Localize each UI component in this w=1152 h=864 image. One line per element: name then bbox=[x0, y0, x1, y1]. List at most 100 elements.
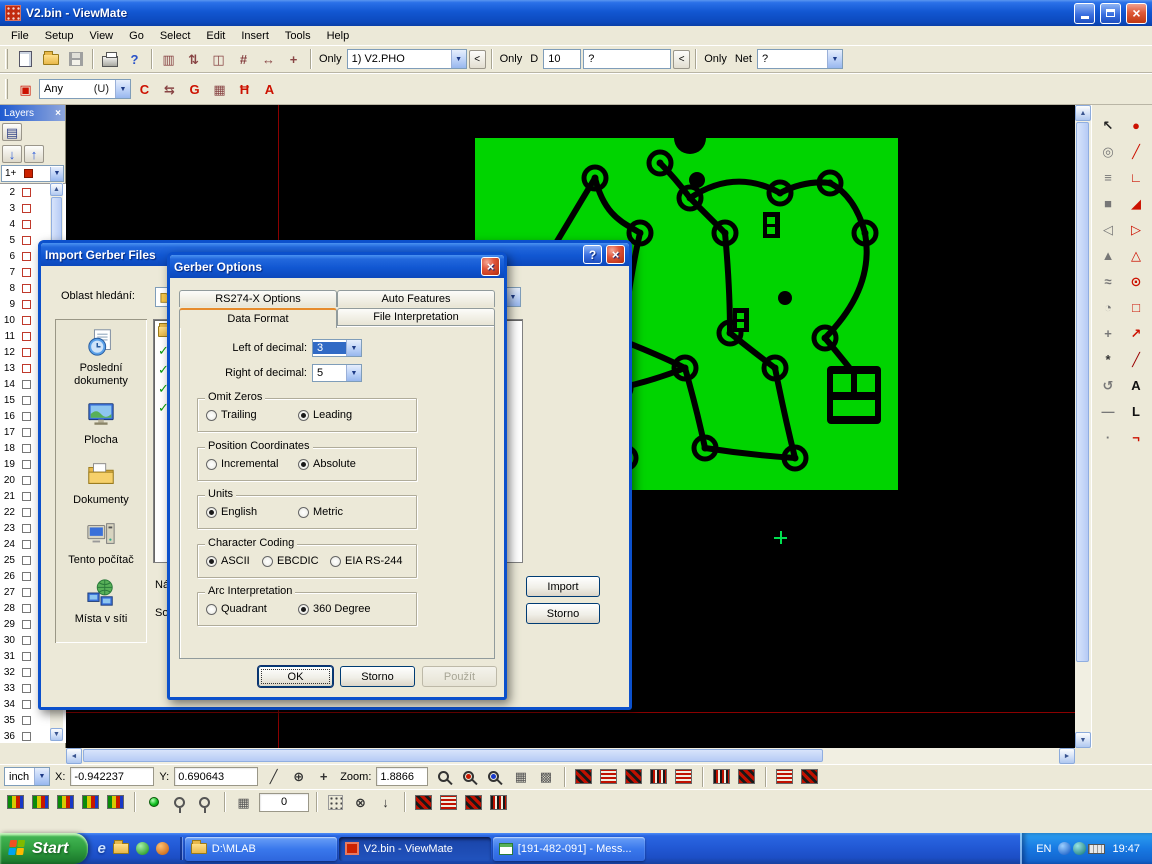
dcode-bitmap-icon-5[interactable] bbox=[672, 765, 695, 788]
radio-button-icon[interactable] bbox=[206, 556, 217, 567]
layer-up-icon[interactable]: ↑ bbox=[24, 145, 44, 163]
radio-incremental[interactable]: Incremental bbox=[206, 458, 278, 470]
keyboard-layout-icon[interactable] bbox=[1088, 844, 1105, 854]
pan-horizontal-icon[interactable]: ↔ bbox=[257, 48, 280, 71]
film-view-icon[interactable]: ▥ bbox=[157, 48, 180, 71]
text-a-icon[interactable]: A bbox=[258, 78, 281, 101]
cancel-button[interactable]: Storno bbox=[526, 603, 600, 624]
cancel-button[interactable]: Storno bbox=[340, 666, 415, 687]
previous-layer-button[interactable]: < bbox=[469, 50, 486, 69]
layer-swatch[interactable] bbox=[22, 268, 31, 277]
filled-triangle-icon[interactable]: ◢ bbox=[1123, 191, 1150, 215]
menu-insert[interactable]: Insert bbox=[233, 29, 277, 43]
layer-lines-icon[interactable]: ≡ bbox=[1095, 165, 1122, 189]
drop-marker-icon[interactable]: ↓ bbox=[374, 791, 397, 814]
radio-button-icon[interactable] bbox=[330, 556, 341, 567]
chevron-down-icon[interactable]: ▼ bbox=[451, 50, 466, 68]
dot-pad-icon[interactable]: · bbox=[1095, 425, 1122, 449]
scroll-up-icon[interactable]: ▲ bbox=[1075, 105, 1091, 121]
probe-icon-2[interactable] bbox=[194, 791, 217, 814]
close-button[interactable]: × bbox=[1126, 3, 1147, 24]
layer-swatch[interactable] bbox=[22, 204, 31, 213]
layer-swatch[interactable] bbox=[22, 364, 31, 373]
text-tool-icon[interactable]: A bbox=[1123, 373, 1150, 397]
radio-ascii[interactable]: ASCII bbox=[206, 555, 250, 567]
layer-swatch[interactable] bbox=[22, 668, 31, 677]
layer-swatch[interactable] bbox=[22, 540, 31, 549]
aperture-chart-icon-1[interactable] bbox=[4, 791, 27, 814]
chevron-down-icon[interactable]: ▼ bbox=[115, 80, 130, 98]
layer-swatch[interactable] bbox=[22, 556, 31, 565]
pad-bitmap-icon-3[interactable] bbox=[462, 791, 485, 814]
open-folder-icon[interactable] bbox=[39, 48, 62, 71]
title-bar[interactable]: V2.bin - ViewMate × bbox=[0, 0, 1152, 26]
dcode-bitmap-icon-9[interactable] bbox=[798, 765, 821, 788]
scroll-down-icon[interactable]: ▼ bbox=[50, 728, 63, 741]
scroll-up-icon[interactable]: ▲ bbox=[50, 183, 63, 196]
aperture-type-combo[interactable]: Any (U) ▼ bbox=[39, 79, 131, 99]
close-icon[interactable]: × bbox=[481, 257, 500, 276]
internet-explorer-icon[interactable]: e bbox=[97, 840, 105, 857]
scroll-right-icon[interactable]: ► bbox=[1059, 748, 1075, 764]
radio-button-icon[interactable] bbox=[206, 507, 217, 518]
mirror-left-icon[interactable]: ◁ bbox=[1095, 217, 1122, 241]
wave-trace-icon[interactable]: ≈ bbox=[1095, 269, 1122, 293]
layer-swatch[interactable] bbox=[22, 492, 31, 501]
scroll-left-icon[interactable]: ◄ bbox=[66, 748, 82, 764]
chevron-down-icon[interactable]: ▼ bbox=[346, 340, 361, 356]
dcode-bitmap-icon-7[interactable] bbox=[735, 765, 758, 788]
scroll-down-icon[interactable]: ▼ bbox=[1075, 732, 1091, 748]
radio-button-icon[interactable] bbox=[298, 459, 309, 470]
layer-swatch[interactable] bbox=[22, 428, 31, 437]
layer-swatch[interactable] bbox=[22, 636, 31, 645]
diagonal-arrow-icon[interactable]: ↗ bbox=[1123, 321, 1150, 345]
dcode-bitmap-icon-3[interactable] bbox=[622, 765, 645, 788]
net-combo[interactable]: ? ▼ bbox=[757, 49, 843, 69]
start-button[interactable]: Start bbox=[0, 833, 88, 864]
h-pad-icon[interactable]: Ħ bbox=[233, 78, 256, 101]
swap-gerber-icon[interactable]: ⇆ bbox=[158, 78, 181, 101]
round-pad-icon[interactable]: ● bbox=[1123, 113, 1150, 137]
network-status-icon[interactable] bbox=[1073, 842, 1086, 855]
arc-segment-icon[interactable]: ◔ bbox=[1095, 295, 1122, 319]
layer-swatch[interactable] bbox=[22, 700, 31, 709]
aperture-chart-icon-3[interactable] bbox=[54, 791, 77, 814]
folder-icon[interactable] bbox=[113, 843, 129, 854]
layer-swatch[interactable] bbox=[22, 572, 31, 581]
snap-target-icon[interactable]: ⊗ bbox=[349, 791, 372, 814]
dot-grid-icon[interactable] bbox=[324, 791, 347, 814]
elbow-trace-icon[interactable]: ¬ bbox=[1123, 425, 1150, 449]
layer-swatch[interactable] bbox=[22, 476, 31, 485]
radio-360-degree[interactable]: 360 Degree bbox=[298, 603, 371, 615]
menu-help[interactable]: Help bbox=[319, 29, 358, 43]
center-cross-icon[interactable]: + bbox=[312, 765, 335, 788]
layer-swatch[interactable] bbox=[22, 284, 31, 293]
radio-button-icon[interactable] bbox=[298, 507, 309, 518]
layer-swatch[interactable] bbox=[22, 220, 31, 229]
only-layer-label[interactable]: Only bbox=[316, 53, 345, 65]
dcode-input[interactable]: 10 bbox=[543, 49, 581, 69]
import-button[interactable]: Import bbox=[526, 576, 600, 597]
dcode-query-input[interactable]: ? bbox=[583, 49, 671, 69]
tab-rs274-x-options[interactable]: RS274-X Options bbox=[179, 290, 337, 307]
layer-swatch[interactable] bbox=[22, 716, 31, 725]
menu-go[interactable]: Go bbox=[121, 29, 152, 43]
scroll-thumb[interactable] bbox=[1076, 122, 1089, 662]
l-shape-icon[interactable]: L bbox=[1123, 399, 1150, 423]
origin-target-icon[interactable]: ⊕ bbox=[287, 765, 310, 788]
scroll-thumb[interactable] bbox=[83, 749, 823, 762]
previous-dcode-button[interactable]: < bbox=[673, 50, 690, 69]
chevron-down-icon[interactable]: ▼ bbox=[505, 288, 520, 306]
layer-swatch[interactable] bbox=[22, 300, 31, 309]
pad-bitmap-icon-4[interactable] bbox=[487, 791, 510, 814]
corner-trace-icon[interactable]: ∟ bbox=[1123, 165, 1150, 189]
pad-grid-icon[interactable]: ▦ bbox=[208, 78, 231, 101]
dual-pane-icon[interactable]: ◫ bbox=[207, 48, 230, 71]
cross-pad-icon[interactable]: + bbox=[1095, 321, 1122, 345]
layer-swatch[interactable] bbox=[22, 380, 31, 389]
new-document-icon[interactable] bbox=[14, 48, 37, 71]
layer-swatch[interactable] bbox=[22, 316, 31, 325]
probe-icon-1[interactable] bbox=[169, 791, 192, 814]
close-icon[interactable]: × bbox=[606, 245, 625, 264]
place-m-sta-v-s-ti[interactable]: Místa v síti bbox=[59, 578, 143, 626]
